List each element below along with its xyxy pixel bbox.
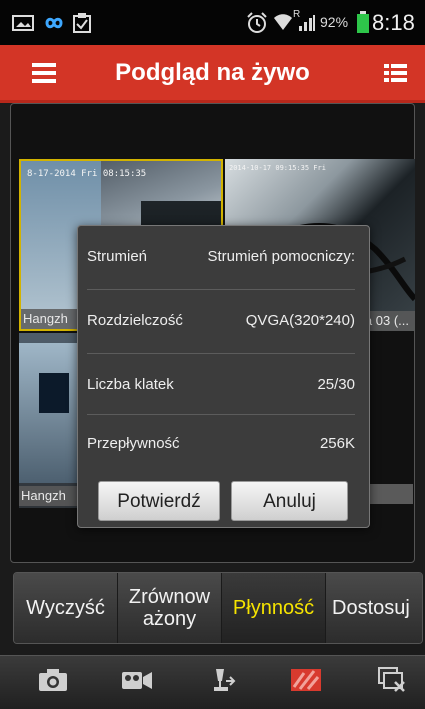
camera-scene (39, 373, 69, 413)
screenshot-icon (12, 14, 34, 37)
battery-percent: 92% (320, 14, 349, 30)
battery-icon (357, 11, 369, 38)
stream-value: Strumień pomocniczy: (207, 248, 355, 265)
close-all-icon (378, 666, 406, 698)
clock: 8:18 (372, 10, 415, 35)
capture-button[interactable] (33, 666, 73, 698)
frame-rate-value: 25/30 (317, 376, 355, 393)
ptz-button[interactable] (203, 666, 243, 698)
mode-balanced[interactable]: Zrównow ażony (118, 573, 222, 643)
mode-label: Wyczyść (26, 597, 105, 619)
image-quality-button[interactable] (286, 666, 326, 698)
camera-timestamp: 2014-10-17 09:15:35 Fri (229, 164, 326, 172)
bitrate-label: Przepływność (87, 435, 180, 452)
action-bar: Podgląd na żywo (0, 45, 425, 103)
mode-label: Zrównow ażony (128, 586, 211, 630)
record-button[interactable] (117, 666, 157, 698)
dialog-row-bitrate[interactable]: Przepływność 256K (78, 413, 369, 475)
resolution-value: QVGA(320*240) (245, 312, 355, 329)
list-view-icon (382, 64, 410, 90)
camera-timestamp: 8-17-2014 Fri 08:15:35 (27, 169, 147, 179)
camera-scene (19, 343, 79, 483)
image-quality-icon (290, 667, 322, 698)
mode-custom[interactable]: Dostosuj (326, 573, 422, 643)
bottom-toolbar (0, 655, 425, 709)
close-all-button[interactable] (372, 666, 412, 698)
video-record-icon (121, 668, 153, 697)
cancel-button[interactable]: Anuluj (231, 481, 348, 521)
list-view-button[interactable] (382, 60, 410, 86)
mode-fluent[interactable]: Płynność (222, 573, 326, 643)
stream-settings-dialog: Strumień Strumień pomocniczy: Rozdzielcz… (77, 225, 370, 528)
page-title: Podgląd na żywo (115, 59, 310, 86)
dialog-row-resolution[interactable]: Rozdzielczość QVGA(320*240) (78, 290, 369, 352)
signal-icon (298, 14, 316, 37)
bitrate-value: 256K (319, 435, 355, 452)
alarm-icon (246, 12, 268, 39)
mode-label: Płynność (232, 597, 315, 619)
dialog-row-frame-rate[interactable]: Liczba klatek 25/30 (78, 354, 369, 416)
mode-clear[interactable]: Wyczyść (14, 573, 118, 643)
dialog-row-stream[interactable]: Strumień Strumień pomocniczy: (78, 226, 369, 288)
status-bar: R 92% 8:18 (0, 0, 425, 45)
mode-label: Dostosuj (332, 597, 410, 619)
confirm-button[interactable]: Potwierdź (98, 481, 220, 521)
resolution-label: Rozdzielczość (87, 312, 183, 329)
infinity-icon (40, 16, 68, 35)
wifi-icon (273, 12, 293, 37)
camera-icon (38, 668, 68, 697)
stream-label: Strumień (87, 248, 148, 265)
ptz-icon (208, 667, 238, 698)
clipboard-check-icon (72, 12, 92, 39)
frame-rate-label: Liczba klatek (87, 376, 174, 393)
view-mode-bar: Wyczyść Zrównow ażony Płynność Dostosuj (13, 572, 423, 644)
